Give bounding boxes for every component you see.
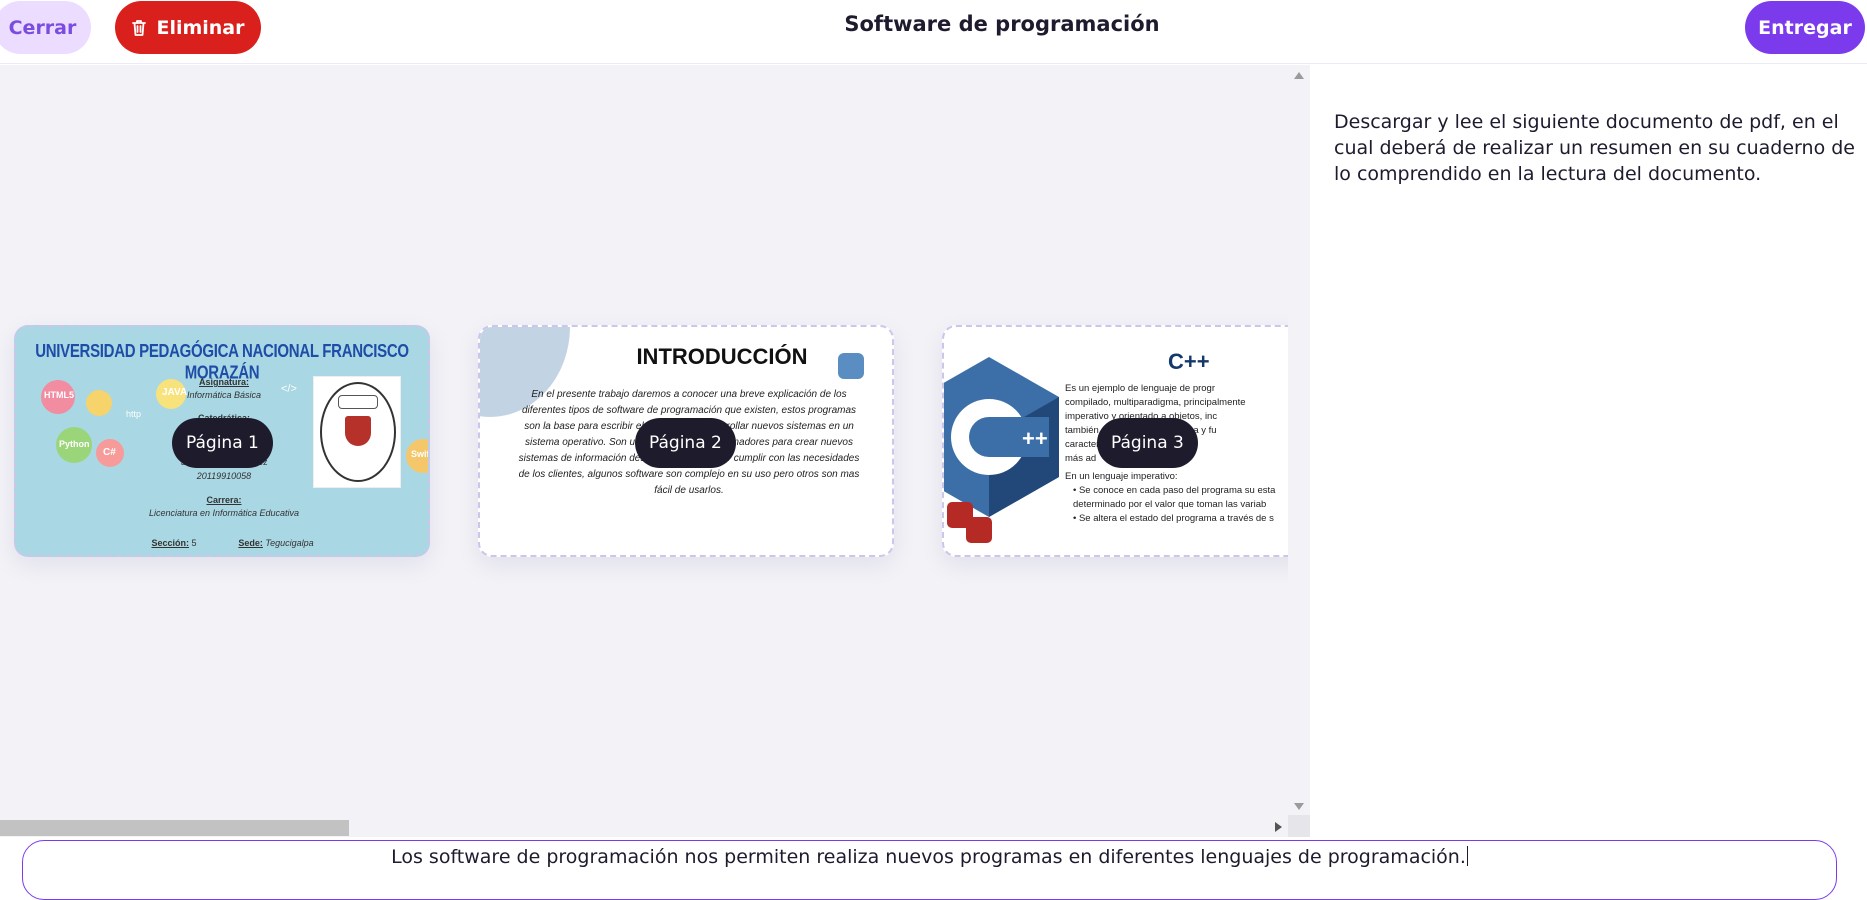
thumbnail-campus-value: Tegucigalpa	[265, 538, 314, 548]
university-seal	[313, 376, 401, 488]
text-caret	[1466, 846, 1468, 866]
svg-text:++: ++	[1022, 426, 1048, 451]
page-label-2[interactable]: Página 2	[635, 418, 736, 468]
thumbnail-line: determinado por el valor que toman las v…	[1073, 499, 1267, 510]
answer-value: Los software de programación nos permite…	[391, 846, 1466, 868]
thumbnail-line: • Se conoce en cada paso del programa su…	[1073, 485, 1276, 496]
scroll-right-arrow-icon[interactable]	[1275, 822, 1282, 832]
decor-square	[966, 517, 992, 543]
thumbnail-career-label: Carrera:	[206, 495, 242, 505]
submit-button[interactable]: Entregar	[1745, 1, 1865, 54]
page-label-1[interactable]: Página 1	[172, 418, 273, 468]
thumbnail-section: Sección: 5	[124, 538, 224, 548]
bubble-word-csharp: C#	[103, 447, 116, 458]
horizontal-scrollbar-thumb[interactable]	[0, 820, 349, 836]
thumbnail-campus-label: Sede:	[238, 538, 263, 548]
seal-building	[338, 395, 378, 409]
scrollbar-corner	[1288, 815, 1310, 837]
answer-text: Los software de programación nos permite…	[23, 846, 1836, 868]
vertical-scrollbar[interactable]	[1288, 65, 1310, 815]
thumbnail-heading: INTRODUCCIÓN	[636, 344, 808, 369]
page-title: Software de programación	[844, 12, 1160, 36]
thumbnail-line: En un lenguaje imperativo:	[1065, 471, 1178, 482]
thumbnail-section-label: Sección:	[151, 538, 189, 548]
decor-bubble	[86, 390, 112, 416]
scroll-up-arrow-icon[interactable]	[1294, 72, 1304, 79]
thumbnail-account: 20119910058	[196, 471, 252, 481]
bubble-word-html5: HTML5	[44, 390, 74, 400]
thumbnail-subject: Informática Básica	[186, 390, 262, 400]
page-track: HTML5 JAVA Python C# Swift http </> UNIV…	[0, 65, 1288, 815]
thumbnail-career: Licenciatura en Informática Educativa	[148, 508, 300, 518]
thumbnail-heading: C++	[1168, 349, 1210, 374]
bubble-word-python: Python	[59, 439, 90, 449]
seal-shield	[345, 416, 371, 446]
bubble-word-swift: Swift	[411, 449, 430, 459]
thumbnail-campus: Sede: Tegucigalpa	[226, 538, 326, 548]
scroll-down-arrow-icon[interactable]	[1294, 803, 1304, 810]
document-viewer[interactable]: HTML5 JAVA Python C# Swift http </> UNIV…	[0, 65, 1310, 837]
thumbnail-line: • Se altera el estado del programa a tra…	[1073, 513, 1274, 524]
thumbnail-subject-label: Asignatura:	[198, 377, 249, 387]
instructions-panel: Descargar y lee el siguiente documento d…	[1312, 65, 1867, 837]
thumbnail-line: Es un ejemplo de lenguaje de progr	[1065, 383, 1215, 394]
instructions-text: Descargar y lee el siguiente documento d…	[1334, 111, 1855, 185]
thumbnail-line: compilado, multiparadigma, principalment…	[1065, 397, 1246, 408]
page-label-3[interactable]: Página 3	[1097, 418, 1198, 468]
horizontal-scrollbar[interactable]	[0, 815, 1288, 837]
thumbnail-section-value: 5	[191, 538, 197, 548]
cpp-logo-icon: ++	[944, 357, 1059, 517]
top-bar: Cerrar Eliminar Software de programación…	[0, 0, 1867, 64]
answer-input[interactable]: Los software de programación nos permite…	[22, 840, 1837, 900]
